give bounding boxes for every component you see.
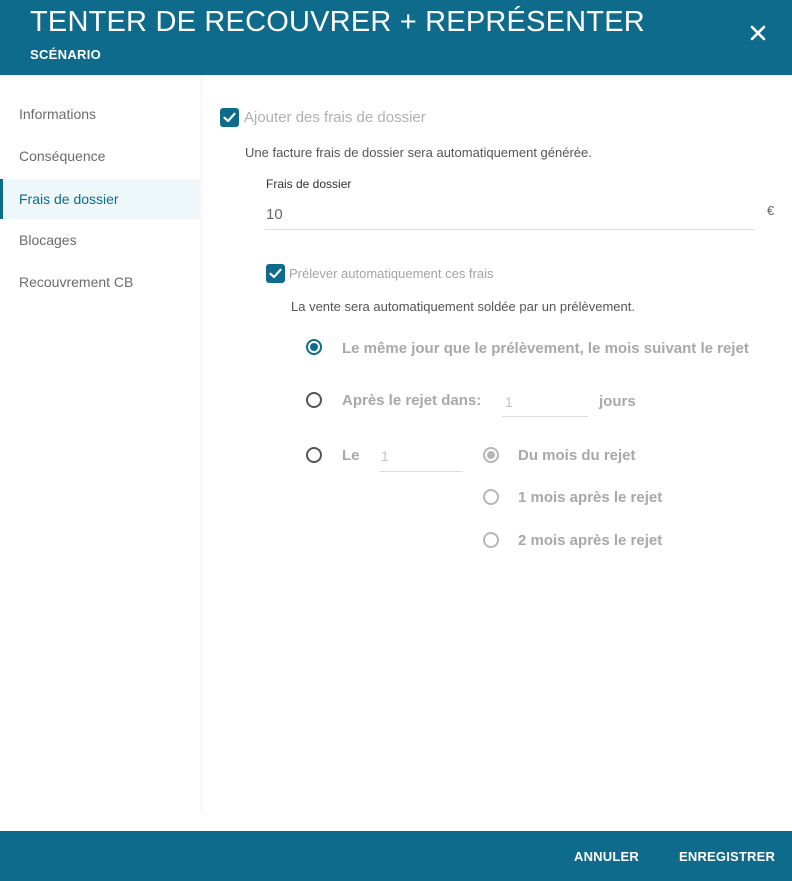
- dialog-title: TENTER DE RECOUVRER + REPRÉSENTER: [30, 6, 645, 38]
- auto-debit-description: La vente sera automatiquement soldée par…: [291, 299, 635, 314]
- radio-one-month-after-label: 1 mois après le rejet: [518, 489, 663, 506]
- sidebar-item-recouvrement-cb[interactable]: Recouvrement CB: [0, 262, 200, 302]
- amount-field-label: Frais de dossier: [266, 177, 352, 191]
- radio-on-day[interactable]: [306, 447, 322, 463]
- amount-field[interactable]: [265, 199, 755, 230]
- save-button[interactable]: ENREGISTRER: [679, 849, 775, 864]
- auto-debit-label: Prélever automatiquement ces frais: [289, 266, 494, 281]
- add-fees-checkbox[interactable]: [220, 108, 239, 127]
- radio-after-reject-label: Après le rejet dans:: [342, 392, 482, 409]
- radio-on-day-label: Le: [342, 447, 360, 464]
- radio-after-reject[interactable]: [306, 392, 322, 408]
- dialog-footer: ANNULER ENREGISTRER: [0, 831, 792, 881]
- radio-two-months-after[interactable]: [483, 532, 499, 548]
- sidebar-item-blocages[interactable]: Blocages: [0, 220, 200, 260]
- currency-label: €: [767, 203, 775, 218]
- add-fees-description: Une facture frais de dossier sera automa…: [245, 145, 592, 160]
- add-fees-label: Ajouter des frais de dossier: [244, 109, 426, 126]
- on-day-input[interactable]: [379, 441, 463, 472]
- dialog-subtitle: SCÉNARIO: [30, 47, 102, 62]
- main-content: Ajouter des frais de dossier Une facture…: [202, 75, 792, 831]
- after-reject-days-input[interactable]: [502, 387, 588, 417]
- auto-debit-checkbox[interactable]: [266, 264, 285, 283]
- radio-month-of-reject-label: Du mois du rejet: [518, 447, 636, 464]
- dialog-header: TENTER DE RECOUVRER + REPRÉSENTER SCÉNAR…: [0, 0, 792, 75]
- radio-same-day-label: Le même jour que le prélèvement, le mois…: [342, 340, 749, 357]
- close-icon[interactable]: [745, 20, 771, 46]
- radio-two-months-after-label: 2 mois après le rejet: [518, 532, 663, 549]
- radio-same-day[interactable]: [306, 339, 322, 355]
- sidebar-item-consequence[interactable]: Conséquence: [0, 136, 200, 176]
- radio-one-month-after[interactable]: [483, 489, 499, 505]
- radio-month-of-reject[interactable]: [483, 447, 499, 463]
- cancel-button[interactable]: ANNULER: [574, 849, 639, 864]
- after-reject-unit-label: jours: [599, 393, 636, 410]
- sidebar-item-frais-de-dossier[interactable]: Frais de dossier: [0, 179, 200, 219]
- sidebar: Informations Conséquence Frais de dossie…: [0, 75, 202, 812]
- sidebar-item-informations[interactable]: Informations: [0, 94, 200, 134]
